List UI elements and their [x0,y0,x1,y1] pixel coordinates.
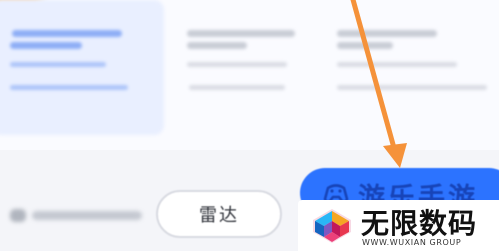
option-card-caption [10,85,128,90]
blurred-tab-icon [10,209,26,222]
option-card-caption [187,62,287,67]
option-card-title [337,42,393,49]
option-card-title [12,30,122,37]
option-card-caption [189,85,285,90]
option-card-title [337,30,437,37]
blurred-tab-label [6,206,146,224]
option-card[interactable] [325,0,495,135]
blurred-tab-text [32,211,142,220]
option-card-title [187,30,295,37]
option-card-caption [10,62,106,67]
watermark-title: 无限数码 [361,207,478,240]
option-card-caption [337,62,457,67]
option-card-title [10,42,82,49]
option-card-selected[interactable] [0,0,164,135]
watermark: 无限数码 WWW.WUXIAN GROUP [298,200,499,251]
screenshot-stage: 雷达 游乐手游 无限数码 WWW.WUXIAN GROUP [0,0,499,251]
watermark-subtitle: WWW.WUXIAN GROUP [362,238,462,247]
watermark-logo [313,209,351,243]
radar-button[interactable]: 雷达 [156,190,282,238]
option-card-title [187,42,247,49]
option-card[interactable] [175,0,315,135]
option-cards-row [0,0,499,150]
option-card-caption [337,85,487,90]
